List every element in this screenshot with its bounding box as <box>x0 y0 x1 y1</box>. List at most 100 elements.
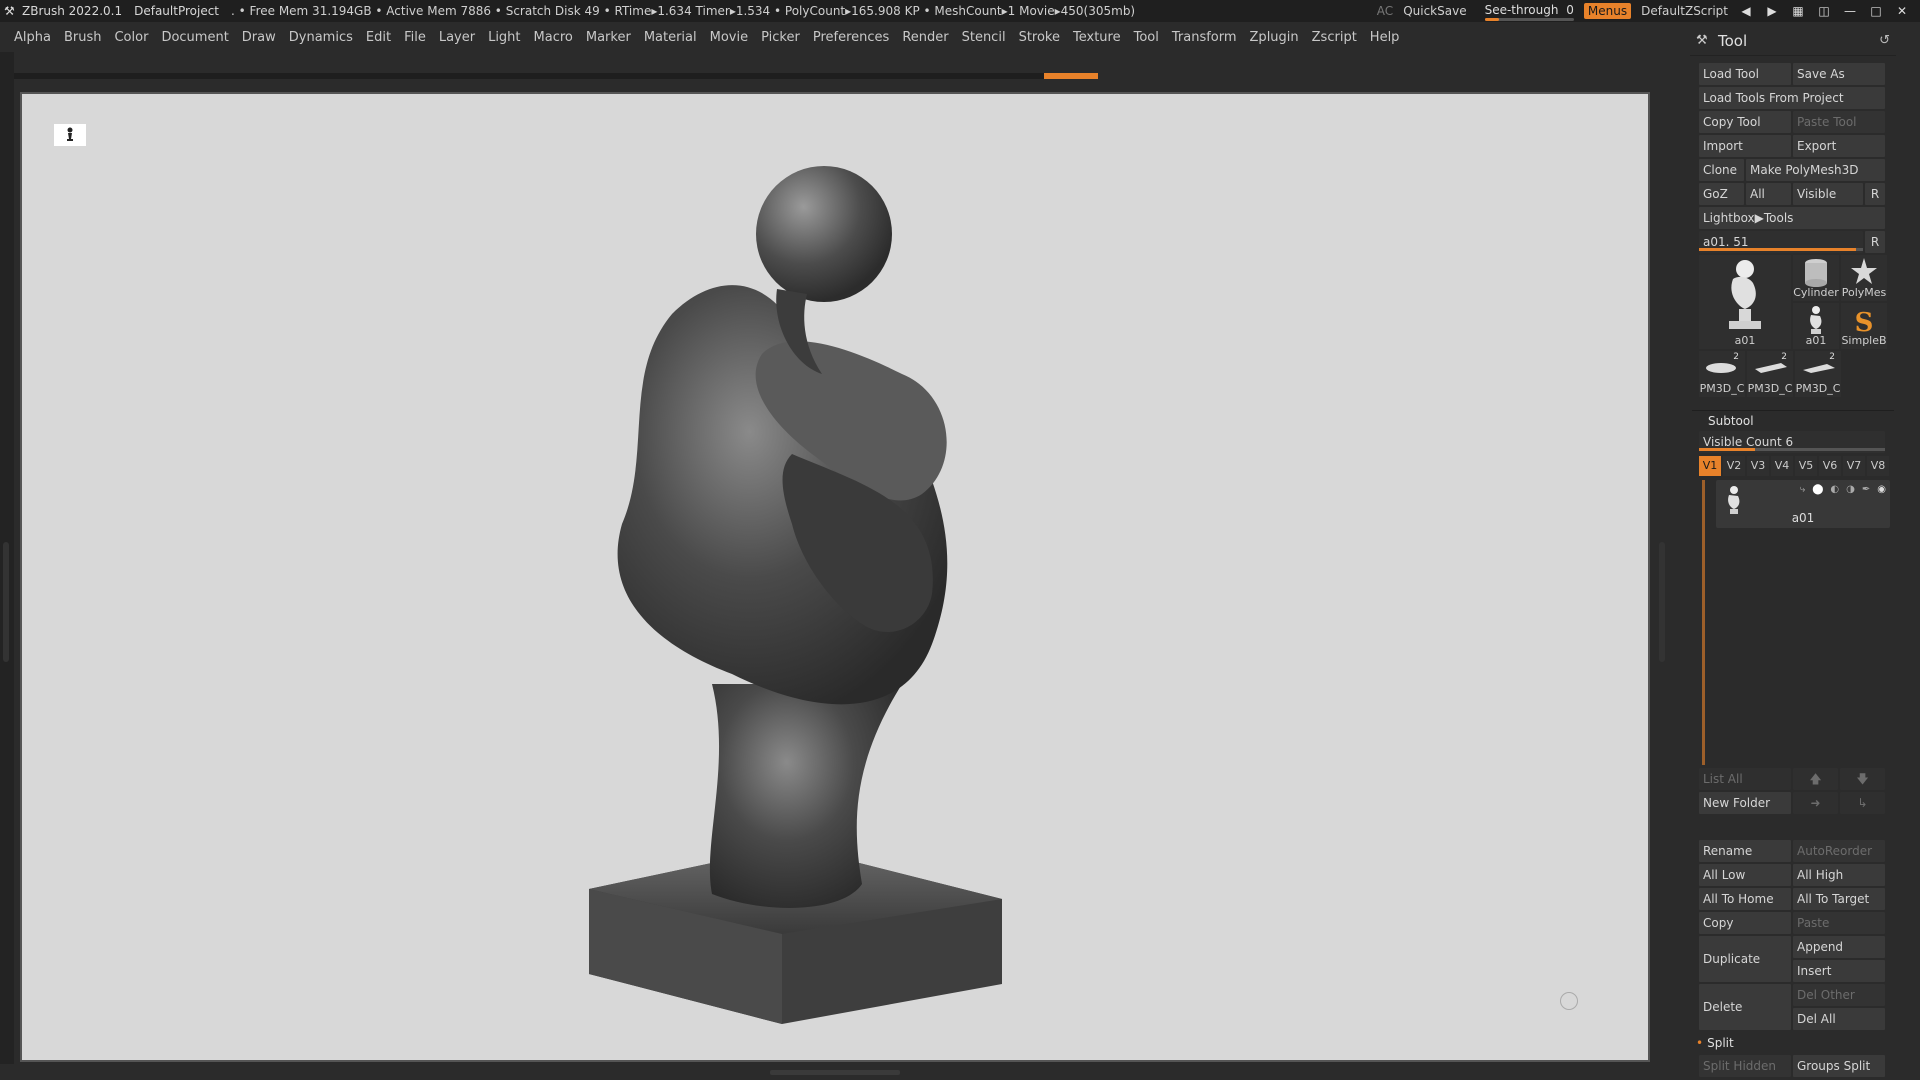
rename-button[interactable]: Rename <box>1699 840 1791 862</box>
visibility-set-v7[interactable]: V7 <box>1843 456 1865 476</box>
navigation-thumbnail[interactable] <box>54 124 86 146</box>
all-to-home-button[interactable]: All To Home <box>1699 888 1791 910</box>
menu-material[interactable]: Material <box>644 30 697 45</box>
lightbox-tools-button[interactable]: Lightbox▶Tools <box>1699 207 1885 229</box>
move-down-icon[interactable]: 🡇 <box>1840 768 1885 790</box>
goz-visible-button[interactable]: Visible <box>1793 183 1863 205</box>
menu-file[interactable]: File <box>404 30 426 45</box>
folder-out-icon[interactable]: ➜ <box>1793 792 1838 814</box>
default-zscript-button[interactable]: DefaultZScript <box>1641 4 1728 18</box>
menu-preferences[interactable]: Preferences <box>813 30 889 45</box>
folder-in-icon[interactable]: ↳ <box>1840 792 1885 814</box>
tool-right-icon[interactable]: ▶ <box>1764 4 1780 18</box>
insert-button[interactable]: Insert <box>1793 960 1885 982</box>
minimize-icon[interactable]: — <box>1842 4 1858 18</box>
tool-palette-header[interactable]: ⚒ Tool ↺ <box>1690 26 1896 56</box>
menu-help[interactable]: Help <box>1370 30 1400 45</box>
menu-marker[interactable]: Marker <box>586 30 631 45</box>
menu-zscript[interactable]: Zscript <box>1312 30 1357 45</box>
split-subpalette-title[interactable]: • Split <box>1696 1036 1734 1050</box>
make-polymesh3d-button[interactable]: Make PolyMesh3D <box>1746 159 1885 181</box>
menu-texture[interactable]: Texture <box>1073 30 1121 45</box>
tool-tile-a01-small[interactable]: a01 <box>1793 303 1839 349</box>
layout-icon[interactable]: ▦ <box>1790 4 1806 18</box>
tool-tile-cylinder[interactable]: Cylinder <box>1793 255 1839 301</box>
tool-tile-a01-main[interactable]: a01 <box>1699 255 1791 349</box>
import-button[interactable]: Import <box>1699 135 1791 157</box>
canvas-viewport[interactable] <box>20 92 1650 1062</box>
split-hidden-button[interactable]: Split Hidden <box>1699 1055 1791 1077</box>
del-other-button[interactable]: Del Other <box>1793 984 1885 1006</box>
duplicate-button[interactable]: Duplicate <box>1699 936 1791 982</box>
see-through-slider[interactable]: See-through 0 <box>1484 3 1574 21</box>
all-high-button[interactable]: All High <box>1793 864 1885 886</box>
menu-movie[interactable]: Movie <box>710 30 748 45</box>
subtool-item-a01[interactable]: ⤷ ⬤ ◐ ◑ ✒ ◉ a01 <box>1716 480 1890 528</box>
append-button[interactable]: Append <box>1793 936 1885 958</box>
menu-light[interactable]: Light <box>488 30 520 45</box>
visibility-set-v3[interactable]: V3 <box>1747 456 1769 476</box>
load-tool-button[interactable]: Load Tool <box>1699 63 1791 85</box>
rotation-indicator[interactable] <box>1560 992 1578 1010</box>
autoreorder-button[interactable]: AutoReorder <box>1793 840 1885 862</box>
ghost-toggle-icon[interactable]: ◐ <box>1830 484 1839 495</box>
tool-tile-polymesh[interactable]: PolyMes <box>1841 255 1887 301</box>
all-low-button[interactable]: All Low <box>1699 864 1791 886</box>
visibility-set-v4[interactable]: V4 <box>1771 456 1793 476</box>
menu-zplugin[interactable]: Zplugin <box>1250 30 1299 45</box>
groups-split-button[interactable]: Groups Split <box>1793 1055 1885 1077</box>
save-as-button[interactable]: Save As <box>1793 63 1885 85</box>
menu-render[interactable]: Render <box>902 30 948 45</box>
tool-slider-r-button[interactable]: R <box>1865 231 1885 253</box>
menu-dynamics[interactable]: Dynamics <box>289 30 353 45</box>
copy-button[interactable]: Copy <box>1699 912 1791 934</box>
restore-layout-icon[interactable]: ◫ <box>1816 4 1832 18</box>
bottom-tray-handle[interactable] <box>770 1070 900 1075</box>
menu-transform[interactable]: Transform <box>1172 30 1237 45</box>
quicksave-button[interactable]: QuickSave <box>1403 4 1466 18</box>
menu-stencil[interactable]: Stencil <box>962 30 1006 45</box>
eye-icon[interactable]: ◉ <box>1877 484 1886 495</box>
menu-brush[interactable]: Brush <box>64 30 102 45</box>
goz-r-button[interactable]: R <box>1865 183 1885 205</box>
del-all-button[interactable]: Del All <box>1793 1008 1885 1030</box>
new-folder-button[interactable]: New Folder <box>1699 792 1791 814</box>
tool-tile-pm3d-2[interactable]: 2 PM3D_C <box>1747 351 1793 397</box>
menu-picker[interactable]: Picker <box>761 30 800 45</box>
edit-icon[interactable]: ✒ <box>1862 484 1870 495</box>
tool-left-icon[interactable]: ◀ <box>1738 4 1754 18</box>
solo-toggle-icon[interactable]: ◑ <box>1846 484 1855 495</box>
goz-all-button[interactable]: All <box>1746 183 1791 205</box>
subtool-title[interactable]: Subtool <box>1708 414 1754 428</box>
export-button[interactable]: Export <box>1793 135 1885 157</box>
ac-button[interactable]: AC <box>1377 4 1393 18</box>
paste-tool-button[interactable]: Paste Tool <box>1793 111 1885 133</box>
clone-button[interactable]: Clone <box>1699 159 1744 181</box>
menu-edit[interactable]: Edit <box>366 30 391 45</box>
subtool-list-rail[interactable] <box>1702 480 1705 765</box>
tool-tile-simplebrush[interactable]: S SimpleB <box>1841 303 1887 349</box>
visibility-set-v2[interactable]: V2 <box>1723 456 1745 476</box>
copy-tool-button[interactable]: Copy Tool <box>1699 111 1791 133</box>
close-icon[interactable]: ✕ <box>1894 4 1910 18</box>
tool-tile-pm3d-1[interactable]: 2 PM3D_C <box>1699 351 1745 397</box>
menu-alpha[interactable]: Alpha <box>14 30 51 45</box>
menu-color[interactable]: Color <box>114 30 148 45</box>
menu-draw[interactable]: Draw <box>242 30 276 45</box>
polypaint-toggle-icon[interactable]: ⬤ <box>1812 484 1823 495</box>
visibility-set-v6[interactable]: V6 <box>1819 456 1841 476</box>
menu-tool[interactable]: Tool <box>1134 30 1159 45</box>
visibility-set-v1[interactable]: V1 <box>1699 456 1721 476</box>
all-to-target-button[interactable]: All To Target <box>1793 888 1885 910</box>
menus-toggle-button[interactable]: Menus <box>1583 3 1632 19</box>
brush-mode-icon[interactable]: ⤷ <box>1800 484 1806 495</box>
right-tray-handle[interactable] <box>1659 542 1665 662</box>
tool-tile-pm3d-3[interactable]: 2 PM3D_C <box>1795 351 1841 397</box>
left-tray-handle[interactable] <box>3 542 9 662</box>
paste-button[interactable]: Paste <box>1793 912 1885 934</box>
load-tools-from-project-button[interactable]: Load Tools From Project <box>1699 87 1885 109</box>
move-up-icon[interactable]: 🡅 <box>1793 768 1838 790</box>
delete-button[interactable]: Delete <box>1699 984 1791 1030</box>
list-all-button[interactable]: List All <box>1699 768 1791 790</box>
menu-document[interactable]: Document <box>161 30 228 45</box>
